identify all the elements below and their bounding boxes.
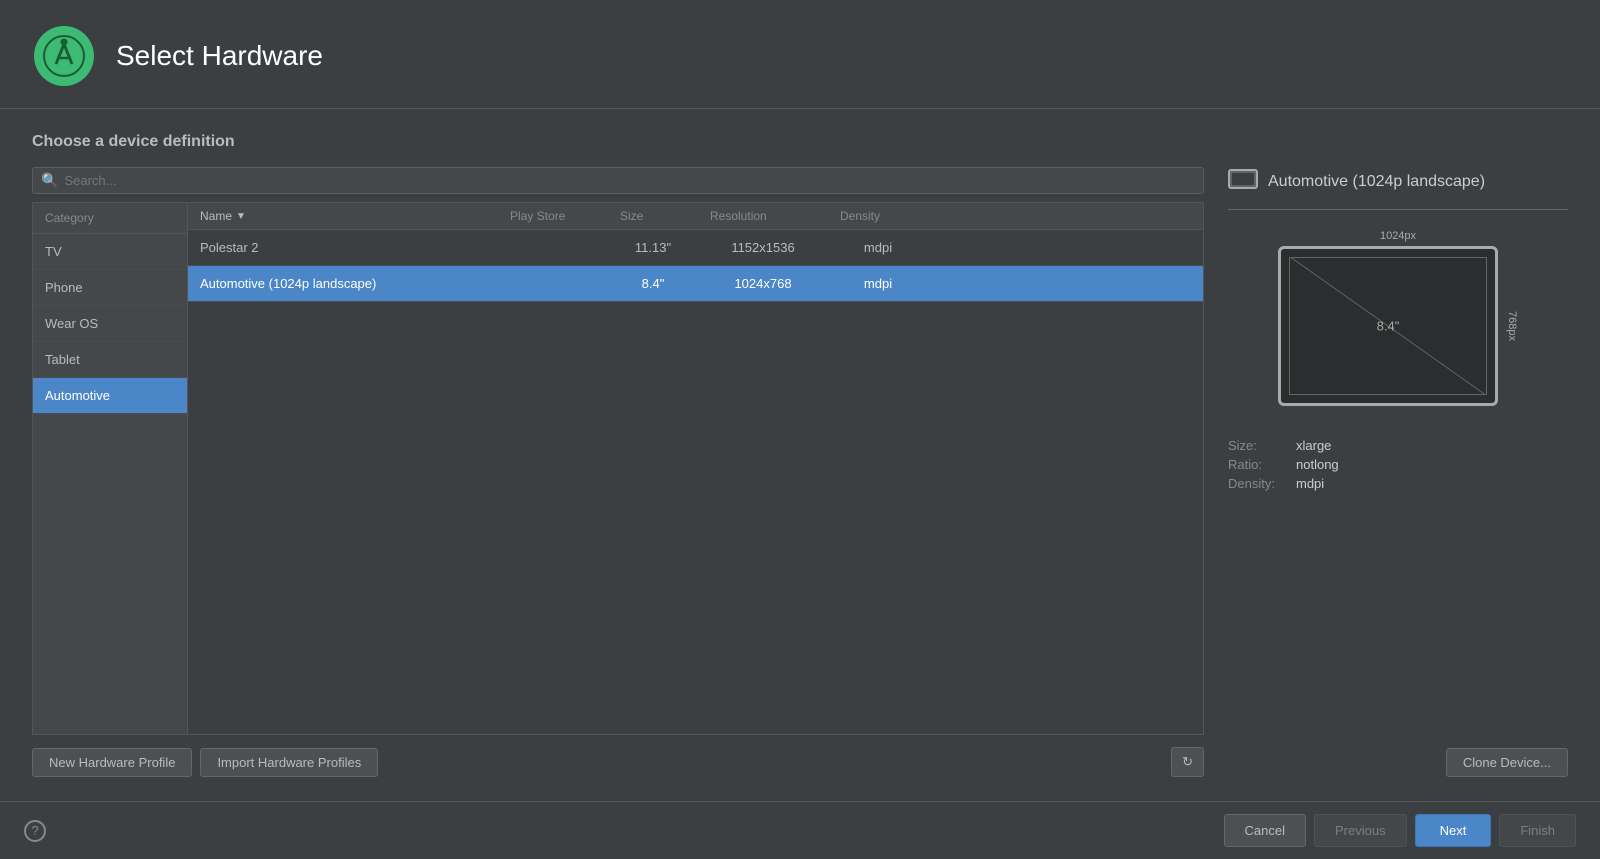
finish-button[interactable]: Finish bbox=[1499, 814, 1576, 847]
sidebar-item-phone[interactable]: Phone bbox=[33, 270, 187, 306]
device-resolution-cell: 1024x768 bbox=[698, 266, 828, 301]
table-row[interactable]: Polestar 2 11.13" 1152x1536 mdpi bbox=[188, 230, 1203, 266]
bottom-buttons-area: New Hardware Profile Import Hardware Pro… bbox=[32, 747, 1204, 777]
spec-label-ratio: Ratio: bbox=[1228, 457, 1288, 472]
sidebar-item-automotive[interactable]: Automotive bbox=[33, 378, 187, 414]
diagram-row: 8.4" 768px bbox=[1278, 246, 1518, 406]
device-specs: Size: xlarge Ratio: notlong Density: mdp… bbox=[1228, 438, 1568, 495]
device-preview-header: Automotive (1024p landscape) bbox=[1228, 167, 1568, 197]
spec-value-density: mdpi bbox=[1296, 476, 1324, 491]
device-density-cell: mdpi bbox=[828, 230, 928, 265]
new-hardware-profile-button[interactable]: New Hardware Profile bbox=[32, 748, 192, 777]
refresh-icon: ↻ bbox=[1182, 754, 1193, 769]
page-title: Select Hardware bbox=[116, 40, 323, 72]
spec-label-size: Size: bbox=[1228, 438, 1288, 453]
sidebar-item-tv[interactable]: TV bbox=[33, 234, 187, 270]
device-name-cell: Polestar 2 bbox=[188, 230, 498, 265]
preview-divider bbox=[1228, 209, 1568, 210]
sidebar-item-wear-os[interactable]: Wear OS bbox=[33, 306, 187, 342]
next-button[interactable]: Next bbox=[1415, 814, 1492, 847]
android-studio-icon bbox=[32, 24, 96, 88]
device-size-cell: 8.4" bbox=[608, 266, 698, 301]
spec-label-density: Density: bbox=[1228, 476, 1288, 491]
table-header-row: Name ▼ Play Store Size Resolution bbox=[188, 203, 1203, 230]
device-playstore-cell bbox=[498, 238, 608, 258]
width-label: 1024px bbox=[1380, 230, 1416, 242]
sort-arrow-icon: ▼ bbox=[236, 211, 246, 222]
col-header-density: Density bbox=[828, 209, 928, 223]
spec-row-density: Density: mdpi bbox=[1228, 476, 1568, 491]
size-diagonal-label: 8.4" bbox=[1377, 319, 1400, 334]
previous-button[interactable]: Previous bbox=[1314, 814, 1407, 847]
spec-value-size: xlarge bbox=[1296, 438, 1331, 453]
category-list: Category TV Phone Wear OS Tablet bbox=[33, 203, 188, 734]
help-button[interactable]: ? bbox=[24, 820, 46, 842]
device-table: Name ▼ Play Store Size Resolution bbox=[188, 203, 1203, 734]
col-header-playstore: Play Store bbox=[498, 209, 608, 223]
col-header-name[interactable]: Name ▼ bbox=[188, 209, 498, 223]
device-diagram-area: 1024px 8.4" 768px bbox=[1228, 230, 1568, 406]
footer-left: ? bbox=[24, 820, 46, 842]
clone-device-button[interactable]: Clone Device... bbox=[1446, 748, 1568, 777]
dialog-footer: ? Cancel Previous Next Finish bbox=[0, 801, 1600, 859]
search-input[interactable] bbox=[64, 173, 1195, 188]
spec-row-ratio: Ratio: notlong bbox=[1228, 457, 1568, 472]
search-icon: 🔍 bbox=[41, 172, 58, 189]
col-header-size: Size bbox=[608, 209, 698, 223]
device-density-cell: mdpi bbox=[828, 266, 928, 301]
sidebar-item-tablet[interactable]: Tablet bbox=[33, 342, 187, 378]
device-resolution-cell: 1152x1536 bbox=[698, 230, 828, 265]
spec-value-ratio: notlong bbox=[1296, 457, 1339, 472]
left-panel: 🔍 Category TV Phone bbox=[32, 167, 1204, 777]
device-type-icon bbox=[1228, 167, 1258, 197]
dialog-header: Select Hardware bbox=[0, 0, 1600, 109]
category-header: Category bbox=[33, 203, 187, 234]
device-preview-title: Automotive (1024p landscape) bbox=[1268, 173, 1485, 191]
height-label: 768px bbox=[1506, 311, 1518, 341]
device-size-cell: 11.13" bbox=[608, 230, 698, 265]
col-header-resolution: Resolution bbox=[698, 209, 828, 223]
spec-row-size: Size: xlarge bbox=[1228, 438, 1568, 453]
select-hardware-dialog: Select Hardware Choose a device definiti… bbox=[0, 0, 1600, 859]
dialog-content: Choose a device definition 🔍 Category bbox=[0, 109, 1600, 801]
main-area: 🔍 Category TV Phone bbox=[32, 167, 1568, 777]
subtitle-text: Choose a device definition bbox=[32, 133, 1568, 151]
device-name-cell: Automotive (1024p landscape) bbox=[188, 266, 498, 301]
clone-btn-area: Clone Device... bbox=[1228, 748, 1568, 777]
device-frame: 8.4" bbox=[1278, 246, 1498, 406]
import-hardware-profiles-button[interactable]: Import Hardware Profiles bbox=[200, 748, 378, 777]
device-playstore-cell bbox=[498, 274, 608, 294]
search-bar[interactable]: 🔍 bbox=[32, 167, 1204, 194]
table-body: Polestar 2 11.13" 1152x1536 mdpi Automot… bbox=[188, 230, 1203, 734]
landscape-device-icon bbox=[1228, 167, 1258, 191]
table-area: Category TV Phone Wear OS Tablet bbox=[32, 202, 1204, 735]
table-row[interactable]: Automotive (1024p landscape) 8.4" 1024x7… bbox=[188, 266, 1203, 302]
right-panel: Automotive (1024p landscape) 1024px bbox=[1228, 167, 1568, 777]
refresh-button[interactable]: ↻ bbox=[1171, 747, 1204, 777]
cancel-button[interactable]: Cancel bbox=[1224, 814, 1306, 847]
